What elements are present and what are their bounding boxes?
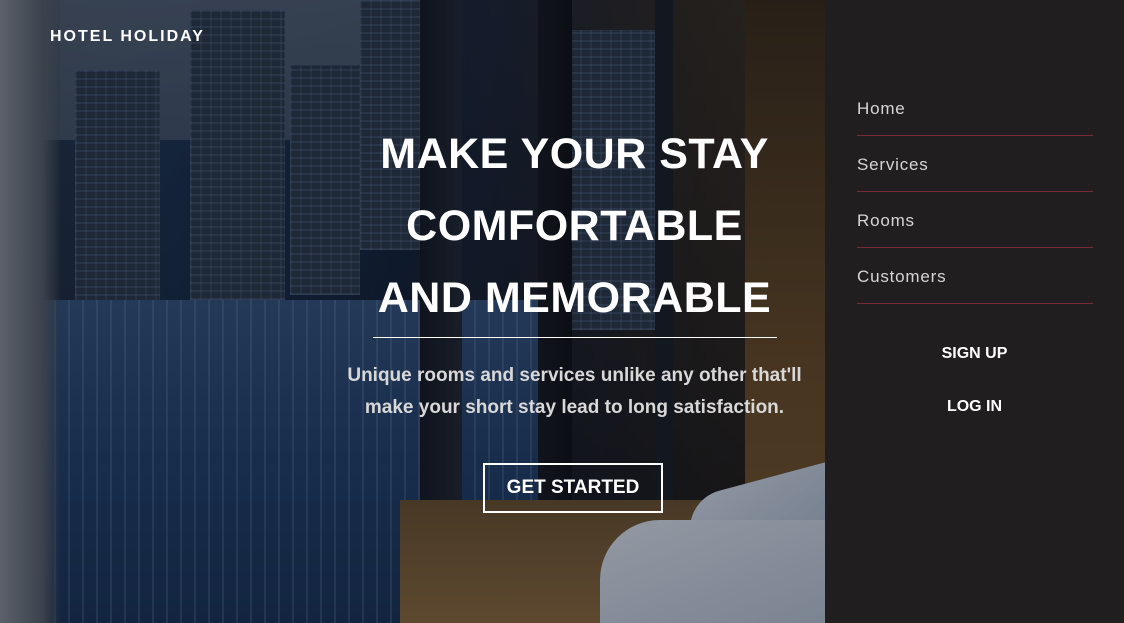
log-in-link[interactable]: LOG IN (825, 398, 1124, 416)
headline-divider (373, 337, 777, 338)
hero-subtitle: Unique rooms and services unlike any oth… (322, 360, 827, 424)
headline-line: MAKE YOUR STAY (380, 130, 769, 178)
nav-item-label: Rooms (857, 211, 915, 230)
headline-line: COMFORTABLE (406, 202, 743, 250)
sidebar-nav: Home Services Rooms Customers (857, 80, 1093, 304)
subtitle-line: Unique rooms and services unlike any oth… (347, 365, 802, 386)
brand-logo[interactable]: HOTEL HOLIDAY (50, 28, 205, 46)
hero-headline: MAKE YOUR STAY COMFORTABLE AND MEMORABLE (322, 118, 827, 334)
nav-item-rooms[interactable]: Rooms (857, 192, 1093, 248)
sidebar: Home Services Rooms Customers SIGN UP LO… (825, 0, 1124, 623)
get-started-button[interactable]: GET STARTED (483, 463, 663, 513)
nav-item-label: Customers (857, 267, 947, 286)
nav-item-home[interactable]: Home (857, 80, 1093, 136)
sign-up-link[interactable]: SIGN UP (825, 345, 1124, 363)
subtitle-line: make your short stay lead to long satisf… (364, 397, 785, 418)
nav-item-label: Home (857, 99, 906, 118)
headline-line: AND MEMORABLE (377, 274, 772, 322)
nav-item-services[interactable]: Services (857, 136, 1093, 192)
nav-item-customers[interactable]: Customers (857, 248, 1093, 304)
nav-item-label: Services (857, 155, 929, 174)
